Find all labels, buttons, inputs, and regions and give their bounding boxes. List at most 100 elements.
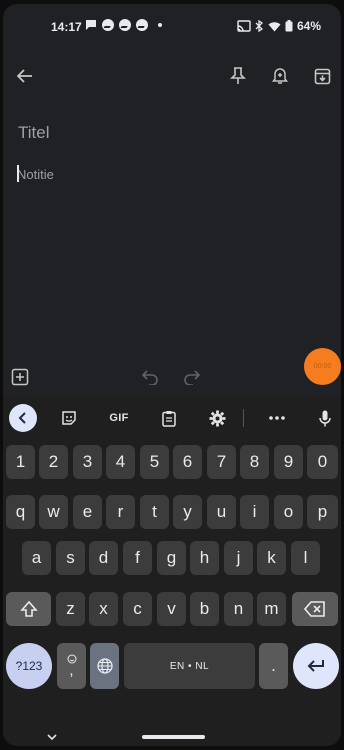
key-6[interactable]: 6 <box>173 445 202 479</box>
sticker-icon <box>62 411 76 425</box>
redo-button[interactable] <box>183 369 203 389</box>
key-h[interactable]: h <box>190 541 219 575</box>
key-m[interactable]: m <box>257 592 286 626</box>
key-r[interactable]: r <box>106 495 135 529</box>
language-key[interactable] <box>90 643 119 689</box>
key-a[interactable]: a <box>22 541 51 575</box>
bottom-row: ?123 , EN • NL . <box>3 643 341 691</box>
key-2[interactable]: 2 <box>39 445 68 479</box>
reminder-bell-icon <box>272 68 288 84</box>
enter-icon <box>307 660 324 672</box>
reminder-button[interactable] <box>268 64 292 88</box>
chevron-down-icon <box>47 734 57 741</box>
undo-button[interactable] <box>141 369 161 389</box>
key-0[interactable]: 0 <box>307 445 338 479</box>
space-key[interactable]: EN • NL <box>124 643 255 689</box>
archive-icon <box>314 68 330 84</box>
key-5[interactable]: 5 <box>140 445 169 479</box>
pin-icon <box>230 67 246 84</box>
key-7[interactable]: 7 <box>207 445 236 479</box>
letter-row-3: z x c v b n m <box>3 592 341 626</box>
key-u[interactable]: u <box>207 495 236 529</box>
navigation-bar <box>3 716 341 746</box>
undo-icon <box>141 370 158 386</box>
keyboard-collapse-toolbar-button[interactable] <box>9 404 37 432</box>
key-d[interactable]: d <box>89 541 118 575</box>
more-notifications-dot <box>158 23 162 27</box>
back-button[interactable] <box>13 64 37 88</box>
enter-key[interactable] <box>293 643 339 689</box>
key-q[interactable]: q <box>6 495 35 529</box>
key-j[interactable]: j <box>224 541 253 575</box>
key-k[interactable]: k <box>257 541 286 575</box>
messenger-icon <box>102 19 114 31</box>
letter-row-1: q w e r t y u i o p <box>3 495 341 529</box>
symbols-key[interactable]: ?123 <box>6 643 52 689</box>
key-3[interactable]: 3 <box>73 445 102 479</box>
floating-timer-button[interactable]: 00:00 <box>304 348 341 385</box>
key-x[interactable]: x <box>89 592 118 626</box>
gif-button[interactable]: GIF <box>103 404 135 432</box>
home-indicator[interactable] <box>142 735 205 739</box>
backspace-icon <box>304 601 325 617</box>
comma-emoji-key[interactable]: , <box>57 643 86 689</box>
notification-icons <box>85 19 162 31</box>
key-w[interactable]: w <box>39 495 68 529</box>
status-bar: 14:17 64% <box>3 4 341 44</box>
key-e[interactable]: e <box>73 495 102 529</box>
sticker-button[interactable] <box>55 404 83 432</box>
backspace-key[interactable] <box>292 592 338 626</box>
pin-button[interactable] <box>226 64 250 88</box>
add-content-button[interactable] <box>11 368 31 388</box>
key-y[interactable]: y <box>173 495 202 529</box>
key-c[interactable]: c <box>123 592 152 626</box>
key-s[interactable]: s <box>56 541 85 575</box>
note-input[interactable]: Notitie <box>17 167 317 182</box>
arrow-back-icon <box>16 69 32 83</box>
key-p[interactable]: p <box>307 495 338 529</box>
app-screen: 14:17 64% Titel Notitie 00:00 GIF 1 2 3 … <box>3 4 341 746</box>
key-z[interactable]: z <box>56 592 85 626</box>
message-icon <box>86 20 96 30</box>
chevron-left-icon <box>18 412 26 424</box>
key-4[interactable]: 4 <box>106 445 135 479</box>
messenger-icon <box>136 19 148 31</box>
key-t[interactable]: t <box>140 495 169 529</box>
more-horizontal-icon <box>269 416 285 420</box>
key-f[interactable]: f <box>123 541 152 575</box>
redo-icon <box>184 370 201 386</box>
key-b[interactable]: b <box>190 592 219 626</box>
more-options-button[interactable] <box>263 404 291 432</box>
title-input[interactable]: Titel <box>18 123 318 143</box>
shift-key[interactable] <box>6 592 51 626</box>
clipboard-button[interactable] <box>155 404 183 432</box>
voice-input-button[interactable] <box>311 404 339 432</box>
key-8[interactable]: 8 <box>240 445 269 479</box>
archive-button[interactable] <box>310 64 334 88</box>
key-1[interactable]: 1 <box>6 445 35 479</box>
toolbar-divider <box>243 409 244 427</box>
key-v[interactable]: v <box>157 592 186 626</box>
gear-icon <box>209 410 225 426</box>
key-9[interactable]: 9 <box>274 445 303 479</box>
shift-icon <box>19 600 38 617</box>
key-i[interactable]: i <box>240 495 269 529</box>
text-cursor <box>17 165 19 182</box>
battery-percentage: 64% <box>296 19 321 33</box>
add-box-icon <box>11 368 29 386</box>
floating-timer-label: 00:00 <box>313 363 332 370</box>
bluetooth-icon <box>255 20 263 32</box>
key-n[interactable]: n <box>224 592 253 626</box>
hide-keyboard-button[interactable] <box>47 728 61 741</box>
letter-row-2: a s d f g h j k l <box>3 541 341 575</box>
key-o[interactable]: o <box>274 495 303 529</box>
key-l[interactable]: l <box>291 541 320 575</box>
period-key[interactable]: . <box>259 643 288 689</box>
battery-icon <box>285 20 293 32</box>
comma-label: , <box>69 662 74 679</box>
number-row: 1 2 3 4 5 6 7 8 9 0 <box>3 445 341 479</box>
key-g[interactable]: g <box>157 541 186 575</box>
cast-icon <box>237 20 251 32</box>
keyboard-settings-button[interactable] <box>203 404 231 432</box>
wifi-icon <box>268 21 281 31</box>
